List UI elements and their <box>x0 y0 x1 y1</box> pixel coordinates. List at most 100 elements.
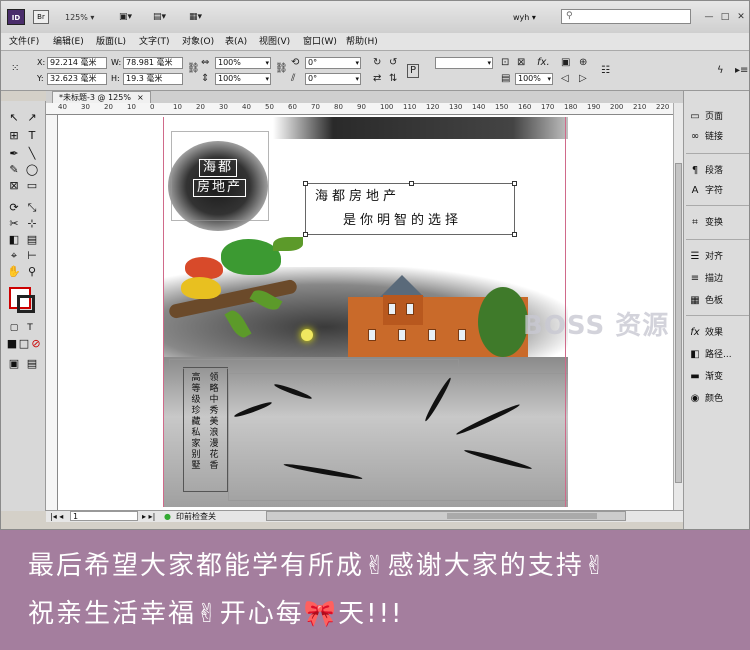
apply-none-icon[interactable]: ⊘ <box>29 337 43 351</box>
lightning-icon[interactable]: ϟ <box>717 65 724 77</box>
panel-pages[interactable]: ▭ 页面 <box>688 109 749 125</box>
fill-swatch[interactable]: ▾ <box>435 57 493 69</box>
rotate-cw-icon[interactable]: ↻ <box>373 57 381 69</box>
rotate-ccw-icon[interactable]: ↺ <box>389 57 397 69</box>
menu-object[interactable]: 对象(O) <box>182 36 214 48</box>
frame-handle[interactable] <box>409 181 414 186</box>
hand-tool-icon[interactable]: ✋ <box>7 265 21 279</box>
workspace-user[interactable]: wyh ▾ <box>513 13 536 22</box>
scale-x-field[interactable]: 100% ▾ <box>215 57 271 69</box>
select-previous-icon[interactable]: ◁ <box>561 73 569 85</box>
normal-view-icon[interactable]: ▣ <box>7 357 21 371</box>
panel-pathfinder[interactable]: ◧ 路径... <box>688 347 749 363</box>
formatting-text-icon[interactable]: T <box>23 321 37 335</box>
gradient-tool-icon[interactable]: ◧ <box>7 233 21 247</box>
rectangle-tool-icon[interactable]: ▭ <box>25 179 39 193</box>
rectangle-frame-tool-icon[interactable]: ⊠ <box>7 179 21 193</box>
select-next-icon[interactable]: ▷ <box>579 73 587 85</box>
frame-proportional-icon[interactable]: ⊠ <box>517 57 525 69</box>
document-canvas[interactable]: 海都 房地产 海都房地产 是你明智的选择 高等级珍藏私家别墅 领略中秀美浪漫花香… <box>58 115 673 510</box>
panel-swatches[interactable]: ▦ 色板 <box>688 293 749 309</box>
horizontal-scrollbar[interactable] <box>266 511 626 521</box>
w-field[interactable]: 78.981 毫米 <box>123 57 183 69</box>
frame-handle[interactable] <box>303 181 308 186</box>
bridge-icon[interactable]: Br <box>33 10 49 24</box>
next-page-icon[interactable]: ▸ ▸| <box>142 511 155 522</box>
type-tool-icon[interactable]: T <box>25 129 39 143</box>
fx-icon[interactable]: fx. <box>537 57 550 69</box>
pencil-tool-icon[interactable]: ✎ <box>7 163 21 177</box>
menu-layout[interactable]: 版面(L) <box>96 36 126 48</box>
page-number-field[interactable]: 1 <box>70 511 138 521</box>
preflight-status[interactable]: 印前检查关 <box>176 511 216 522</box>
menu-table[interactable]: 表(A) <box>225 36 247 48</box>
preview-mode-icon[interactable]: ▤ <box>25 357 39 371</box>
pen-tool-icon[interactable]: ✒ <box>7 147 21 161</box>
panel-links[interactable]: ∞ 链接 <box>688 129 749 145</box>
vertical-ruler[interactable] <box>46 115 58 510</box>
shear-field[interactable]: 0° ▾ <box>305 73 361 85</box>
eyedropper-tool-icon[interactable]: ⌖ <box>7 249 21 263</box>
scale-y-field[interactable]: 100% ▾ <box>215 73 271 85</box>
note-tool-icon[interactable]: ▤ <box>25 233 39 247</box>
menu-help[interactable]: 帮助(H) <box>346 36 378 48</box>
menu-type[interactable]: 文字(T) <box>139 36 170 48</box>
flip-horizontal-icon[interactable]: ⇄ <box>373 73 381 85</box>
zoom-tool-icon[interactable]: ⚲ <box>25 265 39 279</box>
horizontal-ruler[interactable]: 40 30 20 10 0 10 20 30 40 50 60 70 80 90 100 110 120 130 1… <box>46 103 683 115</box>
menu-window[interactable]: 窗口(W) <box>303 36 337 48</box>
panel-stroke[interactable]: ≡ 描边 <box>688 271 749 287</box>
link-scale-icon[interactable]: ⛓ <box>275 63 288 75</box>
menu-view[interactable]: 视图(V) <box>259 36 290 48</box>
align-icon[interactable]: ☷ <box>601 65 610 77</box>
menu-edit[interactable]: 编辑(E) <box>53 36 84 48</box>
frame-handle[interactable] <box>512 181 517 186</box>
selection-tool-icon[interactable]: ↖ <box>7 111 21 125</box>
panel-color[interactable]: ◉ 颜色 <box>688 391 749 407</box>
rotate-tool-icon[interactable]: ⟳ <box>7 201 21 215</box>
horizontal-scroll-thumb[interactable] <box>447 513 597 519</box>
select-container-icon[interactable]: ▣ <box>561 57 570 69</box>
stroke-zoom-field[interactable]: 100% ▾ <box>515 73 553 85</box>
constrain-proportions-icon[interactable]: ⛓ <box>187 63 200 75</box>
h-field[interactable]: 19.3 毫米 <box>123 73 183 85</box>
zoom-select[interactable]: 125% ▾ <box>65 11 105 25</box>
panel-gradient[interactable]: ▬ 渐变 <box>688 369 749 385</box>
scroll-thumb[interactable] <box>675 163 682 483</box>
first-page-icon[interactable]: |◂ ◂ <box>50 511 63 522</box>
view-options-icon[interactable]: ▣▾ <box>119 10 145 24</box>
panel-transform[interactable]: ⌗ 变换 <box>688 215 749 231</box>
close-tab-icon[interactable]: × <box>137 93 144 102</box>
screen-mode-icon[interactable]: ▤▾ <box>153 10 179 24</box>
measure-tool-icon[interactable]: ⊢ <box>25 249 39 263</box>
panel-menu-icon[interactable]: ▸≡ <box>735 65 748 77</box>
scissors-tool-icon[interactable]: ✂ <box>7 217 21 231</box>
menu-file[interactable]: 文件(F) <box>9 36 39 48</box>
flip-vertical-icon[interactable]: ⇅ <box>389 73 397 85</box>
minimize-button[interactable]: — <box>703 11 715 23</box>
reference-point-icon[interactable]: ⁙ <box>11 63 19 75</box>
y-field[interactable]: 32.623 毫米 <box>47 73 107 85</box>
frame-handle[interactable] <box>303 232 308 237</box>
document-tab[interactable]: *未标题-3 @ 125% × <box>52 91 151 103</box>
stroke-swatch-icon[interactable] <box>17 295 35 313</box>
free-transform-tool-icon[interactable]: ⊹ <box>25 217 39 231</box>
direct-selection-tool-icon[interactable]: ↗ <box>25 111 39 125</box>
x-field[interactable]: 92.214 毫米 <box>47 57 107 69</box>
panel-align[interactable]: ☰ 对齐 <box>688 249 749 265</box>
p-icon[interactable]: P <box>407 64 420 78</box>
maximize-button[interactable]: □ <box>719 11 731 23</box>
frame-handle[interactable] <box>512 232 517 237</box>
panel-character[interactable]: A 字符 <box>688 183 749 199</box>
frame-fitting-icon[interactable]: ⊡ <box>501 57 509 69</box>
select-content-icon[interactable]: ⊕ <box>579 57 587 69</box>
arrange-documents-icon[interactable]: ▦▾ <box>189 10 215 24</box>
panel-paragraph[interactable]: ¶ 段落 <box>688 163 749 179</box>
rotate-field[interactable]: 0° ▾ <box>305 57 361 69</box>
scale-tool-icon[interactable]: ⤡ <box>25 201 39 215</box>
close-button[interactable]: ✕ <box>735 11 747 23</box>
vertical-scrollbar[interactable] <box>673 103 683 510</box>
panel-effects[interactable]: fx 效果 <box>688 325 749 341</box>
search-input[interactable]: ⚲ <box>561 9 691 24</box>
page-tool-icon[interactable]: ⊞ <box>7 129 21 143</box>
